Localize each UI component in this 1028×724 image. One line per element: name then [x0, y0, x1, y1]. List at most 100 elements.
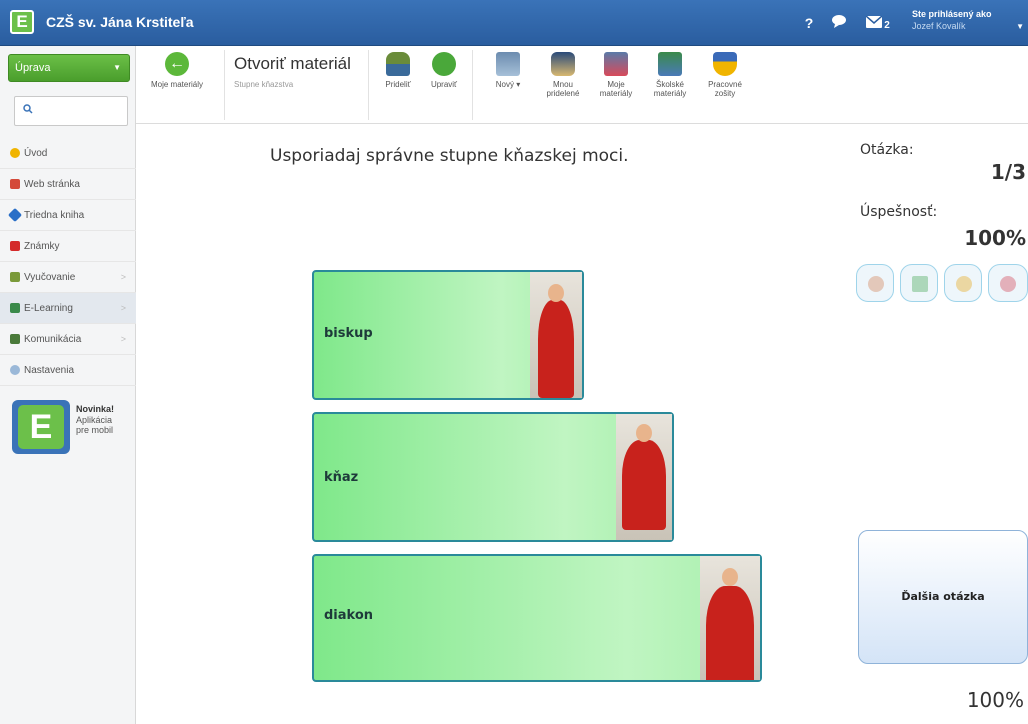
back-label: Moje materiály [150, 80, 203, 89]
answer-label: diakon [324, 608, 374, 623]
sidebar-item-znamky[interactable]: Známky [0, 231, 136, 262]
chat-icon[interactable] [826, 12, 852, 34]
sidebar-menu: Úvod Web stránka Triedna kniha Známky Vy… [0, 138, 136, 386]
sidebar-item-label: Nastavenia [24, 364, 75, 376]
page-subtitle: Stupne kňazstva [234, 80, 294, 89]
back-arrow-icon: ← [165, 52, 189, 76]
sidebar-item-web[interactable]: Web stránka [0, 169, 136, 200]
progress-percent: 100% [966, 688, 1024, 712]
school-materials-button[interactable]: Školské materiály [646, 52, 694, 118]
edupage-logo-icon[interactable]: E [10, 10, 34, 34]
answer-card-knaz[interactable]: kňaz [312, 412, 674, 542]
new-label: Nový [495, 80, 514, 89]
thumbnail-image-icon [868, 276, 884, 292]
search-icon [23, 104, 33, 117]
mail-icon[interactable]: 2 [858, 12, 898, 34]
answer-card-diakon[interactable]: diakon [312, 554, 762, 682]
shared-label: pridelené [546, 89, 580, 98]
answer-label: kňaz [324, 470, 359, 485]
school-materials-label: Školské [655, 80, 684, 89]
answer-card-biskup[interactable]: biskup [312, 270, 584, 400]
teaching-icon [10, 272, 20, 282]
workbooks-label: zošity [714, 89, 736, 98]
assign-button[interactable]: Prideliť [376, 52, 420, 118]
separator [224, 50, 225, 120]
promo-title: Novinka! [76, 404, 115, 414]
edit-dropdown-button[interactable]: Úprava ▼ [8, 54, 130, 82]
communication-icon [10, 334, 20, 344]
new-dropdown-button[interactable]: Nový ▾ [482, 52, 534, 118]
user-label: Ste prihlásený ako [912, 9, 992, 19]
chevron-right-icon: > [120, 334, 126, 344]
medal-icon [713, 52, 737, 76]
new-material-icon [496, 52, 520, 76]
next-question-button[interactable]: Ďalšia otázka [858, 530, 1028, 664]
search-input[interactable] [14, 96, 128, 126]
sidebar-item-elearning[interactable]: E-Learning > [0, 293, 136, 324]
question-thumbnail[interactable] [988, 264, 1028, 302]
thumbnail-image-icon [956, 276, 972, 292]
help-icon[interactable]: ? [796, 12, 822, 34]
answer-label: biskup [324, 326, 373, 341]
sidebar-item-uvod[interactable]: Úvod [0, 138, 136, 169]
question-text: Usporiadaj správne stupne kňazskej moci. [270, 146, 629, 166]
success-rate-value: 100% [964, 226, 1026, 250]
settings-icon [10, 365, 20, 375]
sidebar-item-label: E-Learning [24, 302, 73, 314]
edit-label: Úprava [15, 62, 51, 74]
mail-count-badge: 2 [884, 20, 890, 31]
assign-label: Prideliť [385, 80, 411, 89]
school-materials-icon [658, 52, 682, 76]
shared-by-me-button[interactable]: Mnou pridelené [540, 52, 586, 118]
page-title: Otvoriť materiál [234, 54, 351, 73]
top-bar: E CZŠ sv. Jána Krstiteľa ? 2 Ste prihlás… [0, 0, 1028, 46]
bishop-photo [530, 272, 582, 398]
sidebar-item-label: Web stránka [24, 178, 80, 190]
promo-text: Aplikácia [76, 415, 113, 425]
chevron-right-icon: > [120, 303, 126, 313]
promo-text: pre mobil [76, 425, 114, 435]
thumbnail-image-icon [1000, 276, 1016, 292]
shared-materials-icon [551, 52, 575, 76]
sidebar-item-nastavenia[interactable]: Nastavenia [0, 355, 136, 386]
person-icon [386, 52, 410, 76]
school-materials-label: materiály [653, 89, 687, 98]
priest-photo [616, 414, 672, 540]
edupage-app-logo-icon: E [12, 400, 70, 454]
user-name: Jozef Kovalík [912, 21, 966, 31]
my-materials-label: materiály [599, 89, 633, 98]
mobile-app-promo[interactable]: E Novinka! Aplikácia pre mobil [12, 400, 128, 460]
sidebar-item-komunikacia[interactable]: Komunikácia > [0, 324, 136, 355]
question-thumbnail[interactable] [944, 264, 982, 302]
toolbar: ← Moje materiály Otvoriť materiál Stupne… [136, 46, 1028, 124]
user-menu[interactable]: Ste prihlásený ako Jozef Kovalík ▼ [906, 0, 1028, 46]
question-counter-label: Otázka: [860, 142, 914, 158]
my-materials-label: Moje [607, 80, 625, 89]
question-counter-value: 1/3 [990, 160, 1026, 184]
sidebar-item-triedna-kniha[interactable]: Triedna kniha [0, 200, 136, 231]
sidebar-item-label: Známky [24, 240, 60, 252]
my-materials-icon [604, 52, 628, 76]
back-button[interactable]: ← Moje materiály [142, 52, 212, 118]
my-materials-button[interactable]: Moje materiály [594, 52, 638, 118]
deacon-photo [700, 556, 760, 680]
separator [368, 50, 369, 120]
chevron-right-icon: > [120, 272, 126, 282]
question-thumbnail[interactable] [900, 264, 938, 302]
sidebar-item-label: Vyučovanie [24, 271, 76, 283]
workbooks-button[interactable]: Pracovné zošity [702, 52, 748, 118]
question-thumbnail[interactable] [856, 264, 894, 302]
school-name[interactable]: CZŠ sv. Jána Krstiteľa [46, 14, 194, 30]
sidebar-item-label: Triedna kniha [24, 209, 85, 221]
refresh-icon [432, 52, 456, 76]
chevron-down-icon: ▾ [516, 80, 521, 89]
chevron-down-icon: ▼ [1016, 22, 1024, 31]
star-icon [10, 148, 20, 158]
grades-icon [10, 241, 20, 251]
sidebar-item-vyucovanie[interactable]: Vyučovanie > [0, 262, 136, 293]
shared-label: Mnou [552, 80, 573, 89]
sidebar: Úprava ▼ Úvod Web stránka Triedna kniha … [0, 46, 136, 724]
sidebar-item-label: Úvod [24, 147, 48, 159]
chevron-down-icon: ▼ [113, 63, 121, 72]
edit-button[interactable]: Upraviť [424, 52, 464, 118]
